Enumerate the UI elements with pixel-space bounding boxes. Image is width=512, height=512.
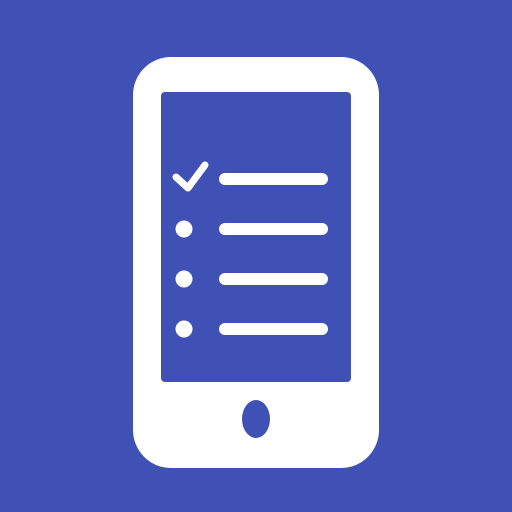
home-button-icon bbox=[242, 400, 270, 438]
list-line-icon bbox=[219, 223, 328, 235]
list-line-icon bbox=[219, 173, 328, 185]
bullet-icon bbox=[175, 220, 193, 238]
phone-screen bbox=[161, 92, 351, 382]
list-line-icon bbox=[219, 323, 328, 335]
bullet-icon bbox=[175, 270, 193, 288]
app-icon bbox=[0, 0, 512, 512]
bullet-icon bbox=[175, 320, 193, 338]
mobile-checklist-icon bbox=[0, 0, 512, 512]
list-line-icon bbox=[219, 273, 328, 285]
